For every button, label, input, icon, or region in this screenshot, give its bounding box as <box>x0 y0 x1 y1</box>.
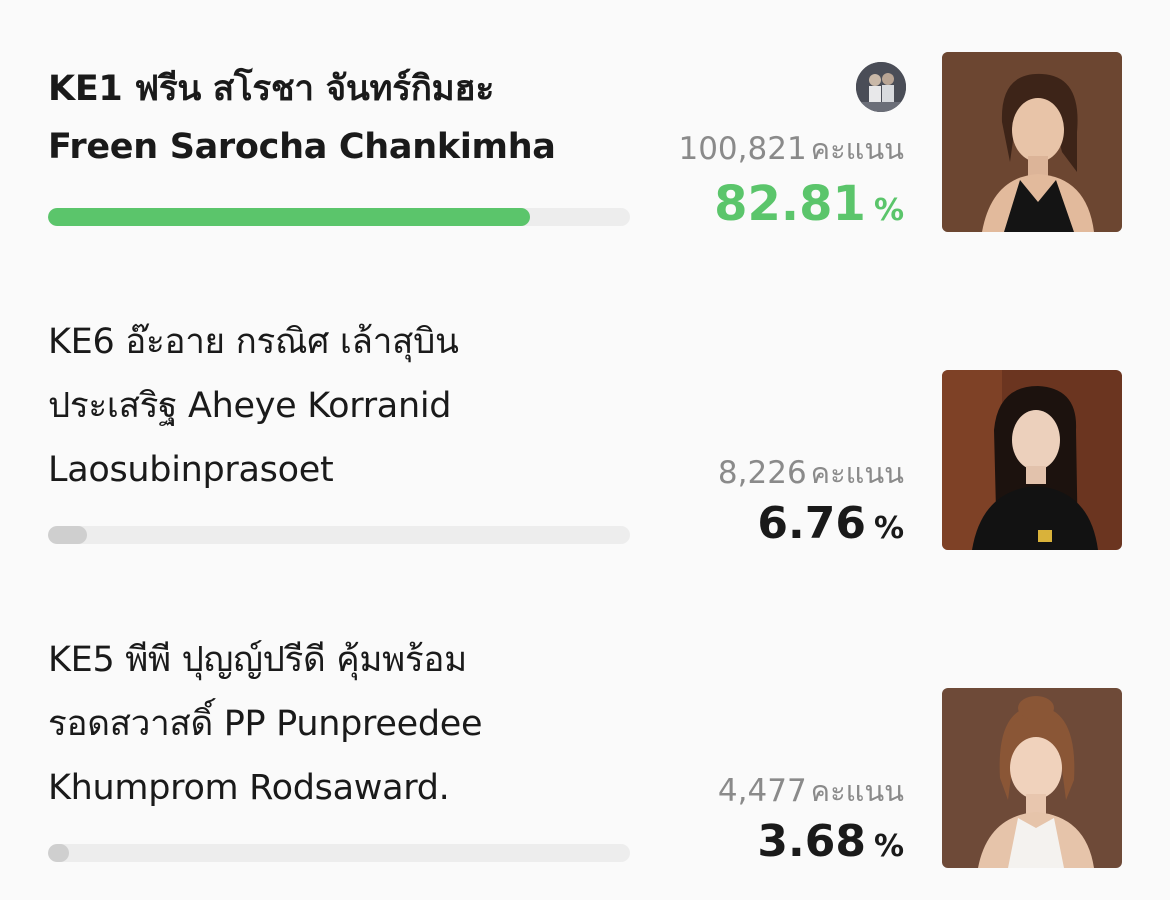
vote-percent-sign: % <box>873 511 904 546</box>
vote-percent-sign: % <box>873 193 904 228</box>
vote-percent-sign: % <box>873 829 904 864</box>
vote-count-unit: คะแนน <box>810 774 904 808</box>
vote-count: 8,226 คะแนน <box>718 450 904 496</box>
candidate-name: KE1 ฟรีน สโรชา จันทร์กิมฮะ Freen Sarocha… <box>48 69 556 167</box>
vote-progress-bar <box>48 526 630 544</box>
candidate-row[interactable]: KE6 อ๊ะอาย กรณิศ เล้าสุบิน ประเสริฐ Ahey… <box>0 300 1170 570</box>
candidate-name: KE6 อ๊ะอาย กรณิศ เล้าสุบิน ประเสริฐ Ahey… <box>48 322 459 490</box>
vote-percent-value: 82.81 <box>714 176 866 232</box>
vote-progress-fill <box>48 844 70 862</box>
vote-percent-value: 3.68 <box>757 816 866 867</box>
candidate-row[interactable]: KE5 พีพี ปุญญ์ปรีดี คุ้มพร้อม รอดสวาสดิ์… <box>0 618 1170 888</box>
vote-progress-fill <box>48 526 88 544</box>
candidate-name: KE5 พีพี ปุญญ์ปรีดี คุ้มพร้อม รอดสวาสดิ์… <box>48 640 483 808</box>
vote-count-value: 4,477 <box>717 773 807 809</box>
vote-count-value: 100,821 <box>678 131 807 167</box>
vote-progress-bar <box>48 844 630 862</box>
vote-progress-fill <box>48 208 530 226</box>
vote-count-value: 8,226 <box>717 455 807 491</box>
vote-count-unit: คะแนน <box>810 456 904 490</box>
vote-progress-bar <box>48 208 630 226</box>
voter-avatar[interactable] <box>856 62 906 112</box>
vote-percent: 3.68% <box>757 816 904 867</box>
portrait-photo[interactable] <box>942 370 1122 550</box>
vote-count-unit: คะแนน <box>810 132 904 166</box>
vote-percent-value: 6.76 <box>757 498 866 549</box>
portrait-photo[interactable] <box>942 52 1122 232</box>
vote-count: 4,477 คะแนน <box>718 768 904 814</box>
vote-count: 100,821 คะแนน <box>678 126 904 172</box>
portrait-photo[interactable] <box>942 688 1122 868</box>
candidate-row[interactable]: KE1 ฟรีน สโรชา จันทร์กิมฮะ Freen Sarocha… <box>0 0 1170 260</box>
vote-percent: 82.81% <box>714 176 904 232</box>
vote-percent: 6.76% <box>757 498 904 549</box>
